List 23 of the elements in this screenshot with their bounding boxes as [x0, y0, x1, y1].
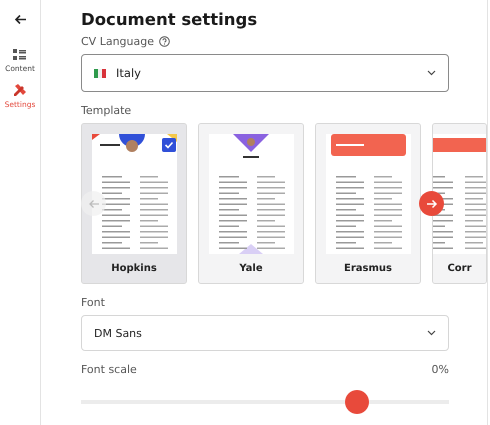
template-card[interactable]: Corr [432, 123, 487, 284]
back-arrow-icon [14, 14, 26, 25]
slider-thumb[interactable] [345, 390, 369, 414]
field-label: Template [81, 104, 132, 117]
grid-list-icon [13, 49, 26, 61]
right-arrow-icon [426, 198, 438, 208]
field-label: Font scale [81, 363, 137, 376]
checkmark-icon [162, 138, 176, 152]
language-select[interactable]: Italy [81, 54, 449, 92]
chevron-down-icon [427, 330, 436, 336]
field-label: CV Language [81, 35, 154, 48]
pencil-ruler-icon [12, 83, 27, 97]
template-card[interactable]: Yale [198, 123, 304, 284]
scale-reading: 0% [432, 363, 449, 376]
help-icon [159, 36, 170, 47]
chevron-down-icon [427, 70, 436, 76]
template-card[interactable]: Erasmus [315, 123, 421, 284]
page-title: Document settings [81, 10, 258, 29]
left-arrow-icon [88, 198, 100, 208]
field-label: Font [81, 296, 106, 309]
flag-icon [94, 68, 106, 78]
template-card[interactable]: Hopkins [81, 123, 187, 284]
font-select[interactable]: DM Sans [81, 315, 449, 351]
